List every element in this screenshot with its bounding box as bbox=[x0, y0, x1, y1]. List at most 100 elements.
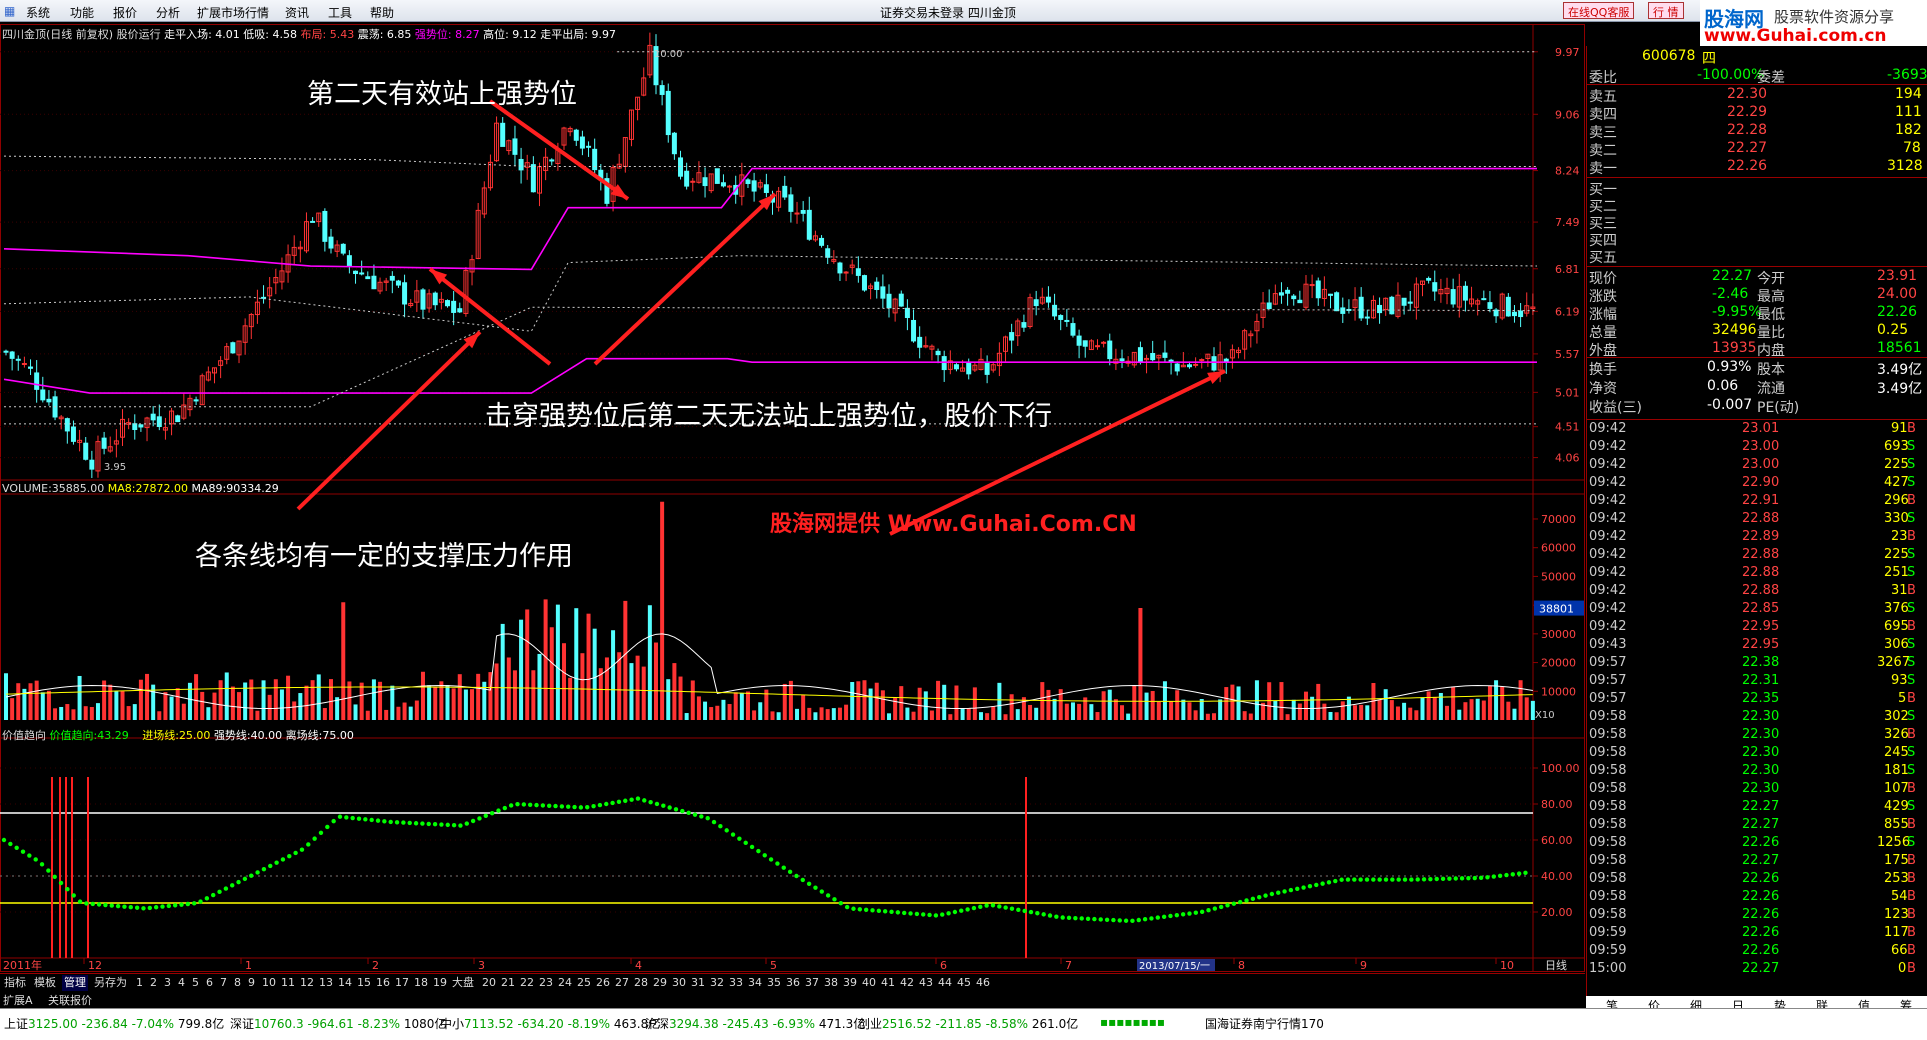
ask-row: 卖一 22.26 3128 bbox=[1587, 158, 1927, 177]
index-item[interactable]: 中小7113.52 -634.20 -8.19% 463.8亿 bbox=[440, 1015, 660, 1032]
chart-tab[interactable]: 模板 bbox=[32, 975, 58, 991]
chart-tab[interactable]: 15 bbox=[355, 975, 373, 991]
chart-tab[interactable]: 43 bbox=[917, 975, 935, 991]
chart-tab[interactable]: 34 bbox=[746, 975, 764, 991]
menu-help[interactable]: 帮助 bbox=[370, 4, 394, 21]
trend-dot bbox=[578, 805, 584, 810]
chart-tab[interactable]: 39 bbox=[841, 975, 859, 991]
trend-dot bbox=[521, 802, 527, 807]
tab-ext-a[interactable]: 扩展A bbox=[3, 992, 33, 1008]
chart-tab[interactable]: 2 bbox=[148, 975, 159, 991]
chart-tab[interactable]: 38 bbox=[822, 975, 840, 991]
chart-tab[interactable]: 管理 bbox=[62, 975, 88, 991]
volume-bar bbox=[936, 680, 941, 720]
chart-tab[interactable]: 指标 bbox=[2, 975, 28, 991]
index-item[interactable]: 创业2516.52 -211.85 -8.58% 261.0亿 bbox=[858, 1015, 1078, 1032]
chart-tab[interactable]: 40 bbox=[860, 975, 878, 991]
trend-dot bbox=[1276, 890, 1281, 895]
chart-tab[interactable]: 9 bbox=[246, 975, 257, 991]
index-item[interactable]: 沪深3294.38 -245.43 -6.93% 471.3亿 bbox=[645, 1015, 865, 1032]
candle-body bbox=[46, 398, 52, 403]
chart-tab[interactable]: 20 bbox=[480, 975, 498, 991]
period-label[interactable]: 日线 bbox=[1545, 958, 1567, 972]
indicator-axis-label: 20.00 bbox=[1541, 906, 1573, 919]
chart-tab[interactable]: 5 bbox=[190, 975, 201, 991]
chart-tab[interactable]: 33 bbox=[727, 975, 745, 991]
chart-tab[interactable]: 21 bbox=[499, 975, 517, 991]
menu-function[interactable]: 功能 bbox=[70, 4, 94, 21]
chart-tab[interactable]: 23 bbox=[537, 975, 555, 991]
chart-tab[interactable]: 13 bbox=[317, 975, 335, 991]
tick-time: 09:42 bbox=[1589, 493, 1627, 508]
quote-label: 最低 bbox=[1757, 307, 1785, 323]
volume-bar bbox=[1046, 689, 1051, 720]
menu-ext-market[interactable]: 扩展市场行情 bbox=[197, 4, 269, 21]
chart-tab[interactable]: 32 bbox=[708, 975, 726, 991]
menu-info[interactable]: 资讯 bbox=[285, 4, 309, 21]
chart-tab[interactable]: 31 bbox=[689, 975, 707, 991]
chart-tab[interactable]: 8 bbox=[232, 975, 243, 991]
volume-bar bbox=[1303, 691, 1308, 720]
chart-tab[interactable]: 6 bbox=[204, 975, 215, 991]
menu-quote[interactable]: 报价 bbox=[113, 4, 137, 21]
chart-tab[interactable]: 10 bbox=[260, 975, 278, 991]
tick-price: 22.30 bbox=[1742, 763, 1780, 778]
index-item[interactable]: 上证3125.00 -236.84 -7.04% 799.8亿 bbox=[4, 1015, 224, 1032]
candle-body bbox=[156, 416, 162, 428]
chart-tab[interactable]: 14 bbox=[336, 975, 354, 991]
trend-dot bbox=[103, 902, 108, 908]
candle-body bbox=[935, 350, 941, 356]
chart-tab[interactable]: 3 bbox=[162, 975, 173, 991]
qq-service-button[interactable]: 在线QQ客服 bbox=[1563, 2, 1635, 19]
chart-tab[interactable]: 46 bbox=[974, 975, 992, 991]
tick-row: 09:57 22.31 93 S bbox=[1587, 673, 1927, 691]
trend-dot bbox=[851, 906, 856, 911]
chart-tab[interactable]: 36 bbox=[784, 975, 802, 991]
trend-dot bbox=[58, 880, 64, 886]
chart-tab[interactable]: 另存为 bbox=[92, 975, 129, 991]
chart-tab[interactable]: 28 bbox=[632, 975, 650, 991]
index-amount: 261.0亿 bbox=[1031, 1017, 1079, 1031]
chart-tab[interactable]: 1 bbox=[134, 975, 145, 991]
kline-chart-svg[interactable]: 9.97 9.06 8.24 7.49 6.81 6.19 5.57 5.01 4.51 4.06… bbox=[0, 24, 1585, 972]
chart-tab[interactable]: 18 bbox=[412, 975, 430, 991]
chart-tab[interactable]: 26 bbox=[594, 975, 612, 991]
chart-tab[interactable]: 11 bbox=[279, 975, 297, 991]
volume-bar bbox=[739, 693, 744, 720]
chart-tab[interactable]: 29 bbox=[651, 975, 669, 991]
index-name: 深证 bbox=[230, 1017, 255, 1031]
menu-tools[interactable]: 工具 bbox=[328, 4, 352, 21]
chart-tab[interactable]: 27 bbox=[613, 975, 631, 991]
chart-tab[interactable]: 大盘 bbox=[450, 975, 476, 991]
trend-dot bbox=[356, 816, 362, 821]
chart-tab[interactable]: 19 bbox=[431, 975, 449, 991]
tab-related-quote[interactable]: 关联报价 bbox=[48, 992, 92, 1008]
candle-body bbox=[138, 424, 144, 428]
chart-tab[interactable]: 41 bbox=[879, 975, 897, 991]
chart-tab[interactable]: 4 bbox=[176, 975, 187, 991]
menu-analysis[interactable]: 分析 bbox=[156, 4, 180, 21]
menu-system[interactable]: 系统 bbox=[26, 4, 50, 21]
app-icon[interactable]: ▦ bbox=[4, 4, 15, 18]
candle-body bbox=[1082, 340, 1088, 347]
index-item[interactable]: 深证10760.3 -964.61 -8.23% 1080亿 bbox=[230, 1015, 446, 1032]
chart-tab[interactable]: 12 bbox=[298, 975, 316, 991]
chart-tab[interactable]: 22 bbox=[518, 975, 536, 991]
tick-volume: 54 bbox=[1891, 889, 1908, 904]
chart-tab[interactable]: 35 bbox=[765, 975, 783, 991]
volume-bar bbox=[1138, 608, 1143, 720]
trend-dot bbox=[1364, 877, 1370, 882]
chart-tab[interactable]: 25 bbox=[575, 975, 593, 991]
chart-tab[interactable]: 37 bbox=[803, 975, 821, 991]
chart-tab[interactable]: 42 bbox=[898, 975, 916, 991]
chart-tab[interactable]: 44 bbox=[936, 975, 954, 991]
chart-tab[interactable]: 7 bbox=[218, 975, 229, 991]
chart-tab[interactable]: 17 bbox=[393, 975, 411, 991]
chart-tab[interactable]: 16 bbox=[374, 975, 392, 991]
market-button[interactable]: 行 情 bbox=[1648, 2, 1684, 19]
chart-tab[interactable]: 30 bbox=[670, 975, 688, 991]
chart-tab[interactable]: 24 bbox=[556, 975, 574, 991]
trend-dot bbox=[1485, 875, 1490, 880]
chart-area[interactable]: 9.97 9.06 8.24 7.49 6.81 6.19 5.57 5.01 4.51 4.06… bbox=[0, 24, 1585, 972]
chart-tab[interactable]: 45 bbox=[955, 975, 973, 991]
